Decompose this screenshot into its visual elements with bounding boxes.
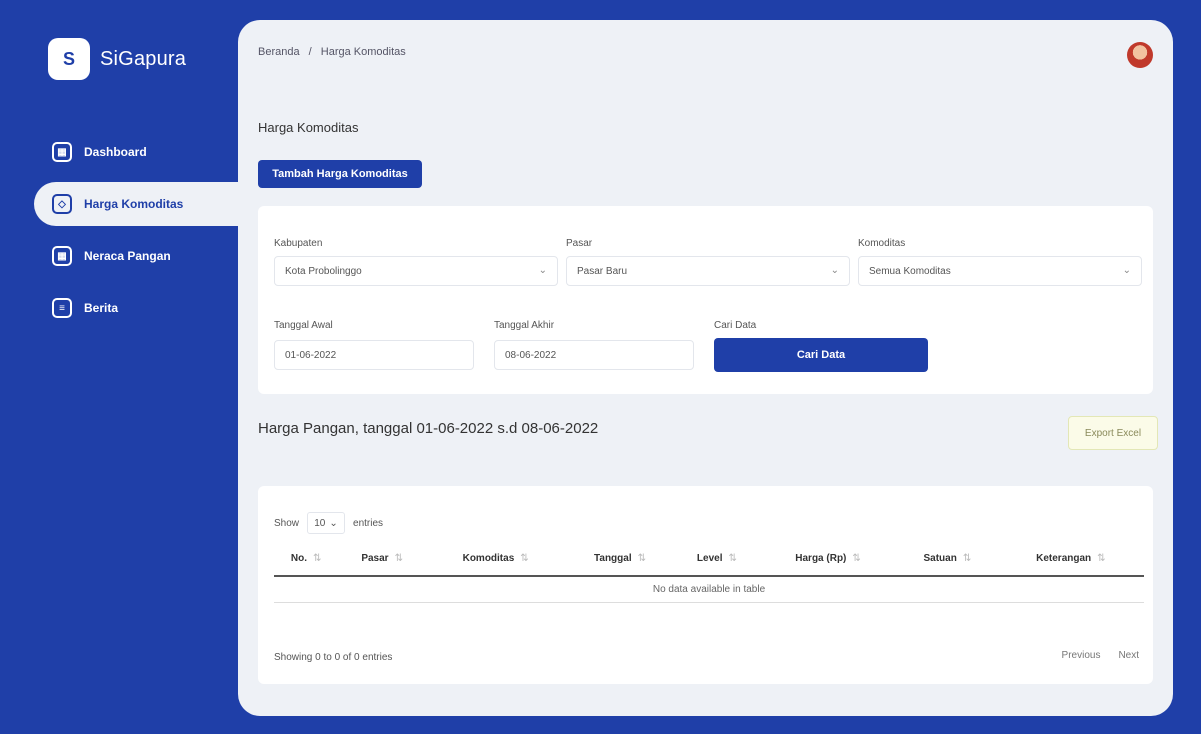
add-commodity-price-button[interactable]: Tambah Harga Komoditas [258,160,422,188]
table-info: Showing 0 to 0 of 0 entries [274,652,393,663]
chevron-down-icon: ⌄ [329,517,338,529]
cari-data-label: Cari Data [714,320,757,331]
sidebar-item-label: Neraca Pangan [84,249,171,263]
pasar-value: Pasar Baru [577,265,628,277]
column-header-komoditas[interactable]: Komoditas ⇅ [426,542,566,577]
sort-icon: ⇅ [1097,553,1106,564]
column-header-harga[interactable]: Harga (Rp) ⇅ [759,542,898,577]
sidebar: S SiGapura ▦ Dashboard ◇ Harga Komoditas… [0,0,245,734]
sidebar-item-harga-komoditas[interactable]: ◇ Harga Komoditas [34,182,245,226]
chevron-down-icon: ⌄ [830,265,839,276]
kabupaten-label: Kabupaten [274,238,323,249]
app-name: SiGapura [100,47,187,70]
filter-card: Kabupaten Kota Probolinggo ⌄ Pasar Pasar… [258,206,1153,394]
dashboard-icon: ▦ [52,142,72,162]
sidebar-item-dashboard[interactable]: ▦ Dashboard [0,130,245,174]
chevron-down-icon: ⌄ [1122,265,1131,276]
balance-icon: ▦ [52,246,72,266]
sidebar-item-berita[interactable]: ≡ Berita [0,286,245,330]
sidebar-nav: ▦ Dashboard ◇ Harga Komoditas ▦ Neraca P… [0,130,245,338]
breadcrumb-home[interactable]: Beranda [258,46,300,58]
pasar-select[interactable]: Pasar Baru ⌄ [566,256,850,286]
price-table: No. ⇅ Pasar ⇅ Komoditas ⇅ Tanggal ⇅ Level ⇅ H… [274,542,1144,603]
show-label: Show [274,517,300,529]
sort-icon: ⇅ [852,553,861,564]
tanggal-akhir-label: Tanggal Akhir [494,320,555,331]
breadcrumb-separator: / [308,46,312,58]
page-title: Harga Komoditas [258,120,359,135]
sort-icon: ⇅ [312,553,322,564]
pasar-label: Pasar [566,238,593,249]
komoditas-select[interactable]: Semua Komoditas ⌄ [858,256,1142,286]
entries-control: Show 10 ⌄ entries [274,512,383,534]
news-icon: ≡ [52,298,72,318]
chevron-down-icon: ⌄ [538,265,547,276]
kabupaten-value: Kota Probolinggo [285,265,362,277]
empty-table-message: No data available in table [274,576,1144,603]
next-page-button[interactable]: Next [1118,650,1139,661]
column-header-no[interactable]: No. ⇅ [274,542,339,577]
sort-icon: ⇅ [520,553,529,564]
previous-page-button[interactable]: Previous [1062,650,1101,661]
column-header-pasar[interactable]: Pasar ⇅ [338,542,427,577]
komoditas-label: Komoditas [858,238,906,249]
sort-icon: ⇅ [728,553,737,564]
export-excel-button[interactable]: Export Excel [1068,416,1158,450]
brand[interactable]: S SiGapura [48,38,186,80]
results-title: Harga Pangan, tanggal 01-06-2022 s.d 08-… [258,420,599,437]
kabupaten-select[interactable]: Kota Probolinggo ⌄ [274,256,558,286]
sidebar-item-label: Berita [84,301,119,315]
table-row: No data available in table [274,576,1144,603]
table-header-row: No. ⇅ Pasar ⇅ Komoditas ⇅ Tanggal ⇅ Level ⇅ H… [274,542,1144,577]
sort-icon: ⇅ [394,553,403,564]
tanggal-akhir-value: 08-06-2022 [505,349,557,361]
entries-label: entries [353,517,384,529]
breadcrumb-current: Harga Komoditas [320,46,406,58]
sidebar-item-label: Dashboard [84,145,147,159]
column-header-keterangan[interactable]: Keterangan ⇅ [997,542,1144,577]
entries-value: 10 [314,517,326,529]
tag-icon: ◇ [52,194,72,214]
user-avatar[interactable] [1127,42,1153,68]
app-logo-icon: S [48,38,90,80]
sidebar-item-neraca-pangan[interactable]: ▦ Neraca Pangan [0,234,245,278]
sidebar-item-label: Harga Komoditas [84,197,184,211]
tanggal-akhir-input[interactable]: 08-06-2022 [494,340,694,370]
column-header-satuan[interactable]: Satuan ⇅ [897,542,998,577]
column-header-tanggal[interactable]: Tanggal ⇅ [565,542,675,577]
entries-select[interactable]: 10 ⌄ [307,512,346,534]
sort-icon: ⇅ [962,553,972,564]
table-card: Show 10 ⌄ entries No. ⇅ Pasar ⇅ Komoditas ⇅… [258,486,1153,684]
tanggal-awal-value: 01-06-2022 [285,349,337,361]
main-panel: Beranda / Harga Komoditas Harga Komodita… [238,20,1173,716]
tanggal-awal-input[interactable]: 01-06-2022 [274,340,474,370]
komoditas-value: Semua Komoditas [869,265,951,277]
tanggal-awal-label: Tanggal Awal [274,320,333,331]
pagination: Previous Next [1062,650,1139,661]
breadcrumb: Beranda / Harga Komoditas [258,46,406,58]
search-button[interactable]: Cari Data [714,338,928,372]
sort-icon: ⇅ [637,553,646,564]
column-header-level[interactable]: Level ⇅ [674,542,759,577]
